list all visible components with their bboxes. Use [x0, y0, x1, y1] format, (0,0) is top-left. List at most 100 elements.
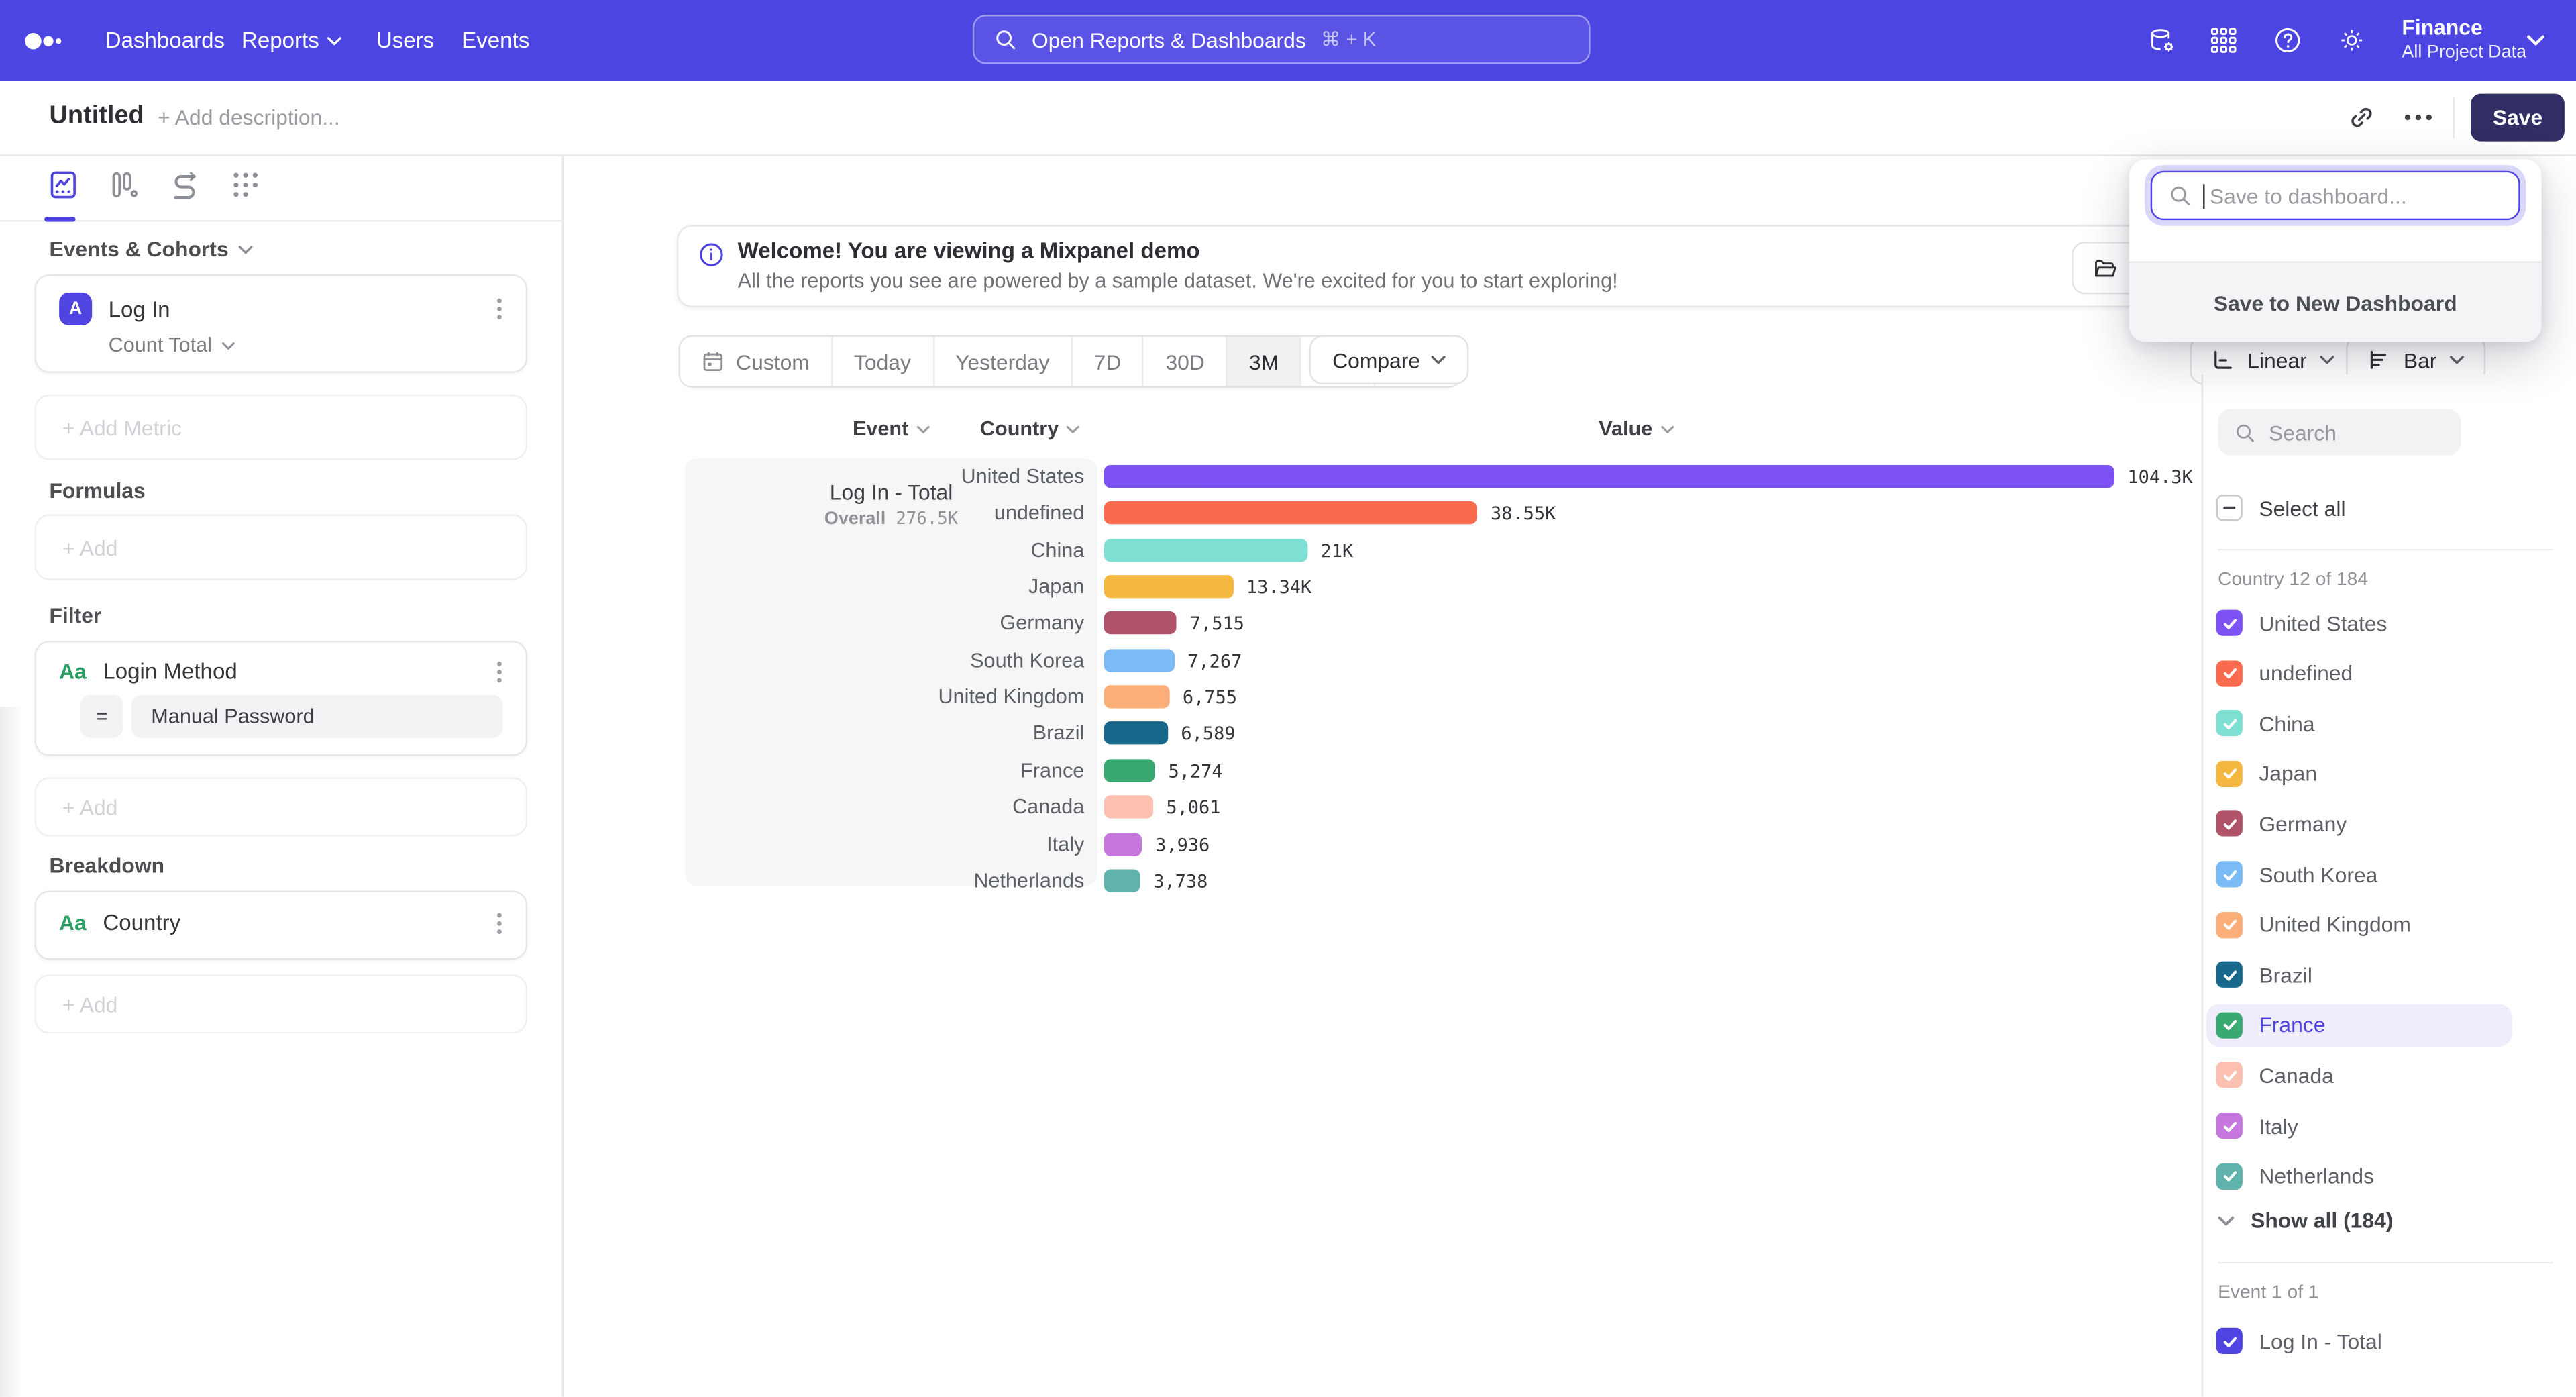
select-all-row[interactable]: Select all	[2206, 486, 2512, 529]
chart-bar[interactable]	[1104, 685, 1170, 708]
event-checkbox[interactable]	[2216, 1328, 2243, 1354]
mixpanel-logo-icon[interactable]	[25, 32, 64, 51]
add-formula-button[interactable]: + Add	[34, 515, 527, 580]
legend-item-checkbox[interactable]	[2216, 610, 2243, 636]
legend-search-input[interactable]: Search	[2218, 409, 2461, 456]
chart-bar[interactable]	[1104, 722, 1168, 745]
legend-item-brazil[interactable]: Brazil	[2206, 953, 2512, 996]
column-header-country[interactable]: Country	[915, 416, 1145, 442]
tab-funnels[interactable]	[109, 169, 142, 202]
tab-retention[interactable]	[169, 169, 202, 202]
legend-item-checkbox[interactable]	[2216, 861, 2243, 887]
nav-item-reports[interactable]: Reports	[241, 0, 342, 81]
legend-item-germany[interactable]: Germany	[2206, 803, 2512, 845]
breakdown-card[interactable]: Aa Country	[34, 890, 527, 960]
legend-item-undefined[interactable]: undefined	[2206, 652, 2512, 694]
header-divider	[2453, 97, 2454, 138]
project-chevron-down-icon[interactable]	[2527, 34, 2545, 46]
settings-gear-icon[interactable]	[2338, 26, 2366, 54]
save-to-new-dashboard-button[interactable]: Save to New Dashboard	[2129, 261, 2542, 342]
add-description-field[interactable]: + Add description...	[158, 105, 340, 130]
legend-item-united-kingdom[interactable]: United Kingdom	[2206, 903, 2512, 946]
nav-item-dashboards[interactable]: Dashboards	[105, 0, 225, 81]
legend-item-label: United Kingdom	[2259, 912, 2411, 937]
date-range-30d[interactable]: 30D	[1142, 337, 1226, 386]
nav-item-users[interactable]: Users	[376, 0, 434, 81]
save-button[interactable]: Save	[2471, 94, 2565, 142]
chart-bar[interactable]	[1104, 649, 1175, 672]
date-range-custom[interactable]: Custom	[680, 337, 831, 386]
legend-item-checkbox[interactable]	[2216, 962, 2243, 988]
metric-menu-icon[interactable]	[496, 297, 503, 320]
column-header-value[interactable]: Value	[1521, 416, 1752, 442]
nav-item-events[interactable]: Events	[462, 0, 529, 81]
legend-item-japan[interactable]: Japan	[2206, 752, 2512, 795]
legend-item-checkbox[interactable]	[2216, 1113, 2243, 1139]
tab-flows[interactable]	[230, 169, 263, 202]
project-switcher[interactable]: Finance All Project Data	[2402, 13, 2526, 64]
legend-item-checkbox[interactable]	[2216, 760, 2243, 786]
chart-bar[interactable]	[1104, 539, 1307, 562]
chart-bar[interactable]	[1104, 502, 1478, 525]
filter-card[interactable]: Aa Login Method = Manual Password	[34, 641, 527, 756]
add-breakdown-button[interactable]: + Add	[34, 974, 527, 1033]
tab-insights[interactable]	[48, 169, 80, 202]
chart-row: United Kingdom6,755	[564, 679, 2206, 715]
chart-bar[interactable]	[1104, 612, 1177, 635]
copy-link-icon[interactable]	[2348, 103, 2376, 132]
chart-bar[interactable]	[1104, 759, 1155, 782]
legend-item-south-korea[interactable]: South Korea	[2206, 853, 2512, 896]
show-all-button[interactable]: Show all (184)	[2218, 1208, 2393, 1233]
legend-item-checkbox[interactable]	[2216, 811, 2243, 837]
add-metric-button[interactable]: + Add Metric	[34, 395, 527, 460]
metric-card[interactable]: A Log In Count Total	[34, 274, 527, 373]
report-canvas: Welcome! You are viewing a Mixpanel demo…	[564, 156, 2576, 1397]
more-actions-icon[interactable]	[2404, 113, 2433, 121]
chart-bar[interactable]	[1104, 832, 1142, 855]
legend-item-checkbox[interactable]	[2216, 1163, 2243, 1189]
legend-item-united-states[interactable]: United States	[2206, 601, 2512, 644]
section-events-cohorts[interactable]: Events & Cohorts	[49, 237, 253, 262]
select-all-checkbox[interactable]	[2216, 495, 2243, 521]
date-range-today[interactable]: Today	[831, 337, 932, 386]
legend-item-checkbox[interactable]	[2216, 710, 2243, 736]
chart-bar[interactable]	[1104, 796, 1153, 819]
banner-title: Welcome! You are viewing a Mixpanel demo	[738, 238, 1200, 263]
global-search[interactable]: Open Reports & Dashboards ⌘ + K	[973, 15, 1591, 64]
date-range-7d[interactable]: 7D	[1071, 337, 1142, 386]
legend-item-checkbox[interactable]	[2216, 1012, 2243, 1038]
legend-event-row[interactable]: Log In - Total	[2206, 1320, 2512, 1363]
filter-menu-icon[interactable]	[496, 660, 503, 682]
report-title[interactable]: Untitled	[49, 102, 144, 132]
chart-bar[interactable]	[1104, 465, 2114, 488]
chevron-down-icon	[2218, 1215, 2234, 1225]
legend-item-italy[interactable]: Italy	[2206, 1104, 2512, 1147]
filter-property-name[interactable]: Login Method	[103, 659, 480, 684]
legend-item-canada[interactable]: Canada	[2206, 1054, 2512, 1097]
date-range-yesterday[interactable]: Yesterday	[932, 337, 1071, 386]
add-filter-button[interactable]: + Add	[34, 777, 527, 836]
chart-bar[interactable]	[1104, 575, 1234, 598]
save-to-dashboard-input[interactable]: Save to dashboard...	[2151, 171, 2520, 220]
data-management-icon[interactable]	[2147, 26, 2177, 56]
legend-item-checkbox[interactable]	[2216, 660, 2243, 686]
legend-item-checkbox[interactable]	[2216, 911, 2243, 937]
legend-item-label: Germany	[2259, 812, 2347, 837]
metric-aggregation[interactable]: Count Total	[36, 325, 526, 357]
filter-operator[interactable]: =	[80, 695, 123, 738]
breakdown-property-name[interactable]: Country	[103, 911, 480, 935]
help-icon[interactable]	[2273, 26, 2302, 54]
chart-bar[interactable]	[1104, 869, 1140, 892]
legend-item-china[interactable]: China	[2206, 702, 2512, 745]
filter-value[interactable]: Manual Password	[131, 695, 502, 738]
legend-item-checkbox[interactable]	[2216, 1062, 2243, 1088]
check-icon	[2220, 614, 2239, 632]
legend-item-france[interactable]: France	[2206, 1004, 2512, 1047]
apps-grid-icon[interactable]	[2210, 26, 2238, 54]
compare-button[interactable]: Compare	[1309, 335, 1470, 384]
date-range-3m[interactable]: 3M	[1226, 337, 1300, 386]
metric-name[interactable]: Log In	[109, 297, 480, 321]
breakdown-menu-icon[interactable]	[496, 911, 503, 934]
chart-bar-value: 6,755	[1183, 687, 1237, 709]
legend-item-netherlands[interactable]: Netherlands	[2206, 1155, 2512, 1198]
